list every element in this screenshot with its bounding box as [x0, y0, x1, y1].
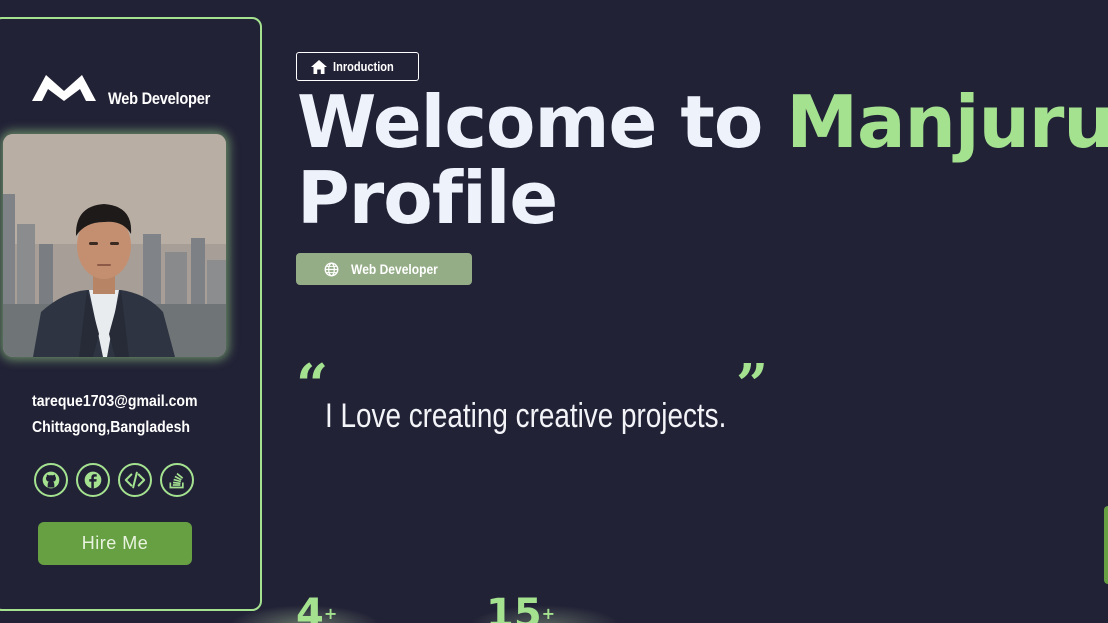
- code-link[interactable]: [118, 463, 152, 497]
- page: Web Developer tareque1703@gmail.com Chit…: [0, 0, 1108, 623]
- stat-value: 15: [486, 591, 542, 623]
- hire-me-button[interactable]: Hire Me: [38, 522, 192, 565]
- github-icon: [42, 471, 60, 489]
- stat-suffix: +: [323, 604, 338, 623]
- globe-icon: [324, 262, 338, 276]
- headline-name: Manjurul Alam's: [786, 80, 1108, 164]
- facebook-link[interactable]: [76, 463, 110, 497]
- headline-prefix: Welcome to: [297, 80, 787, 164]
- profile-photo: [3, 134, 226, 357]
- stat-value: 4: [296, 591, 324, 623]
- intro-badge-label: Inroduction: [333, 59, 394, 74]
- stat-suffix: +: [541, 604, 556, 623]
- side-tab-button[interactable]: [1104, 506, 1108, 584]
- facebook-icon: [84, 471, 102, 489]
- email: tareque1703@gmail.com: [32, 393, 198, 410]
- stackoverflow-icon: [169, 472, 184, 489]
- logo-icon: [32, 75, 96, 101]
- home-icon: [311, 59, 327, 74]
- stat-years: 4+: [296, 594, 337, 623]
- intro-badge: Inroduction: [296, 52, 419, 81]
- stat-projects: 15+: [486, 594, 555, 623]
- stackoverflow-link[interactable]: [160, 463, 194, 497]
- brand-role: Web Developer: [108, 89, 211, 108]
- contact-info: tareque1703@gmail.com Chittagong,Banglad…: [32, 389, 198, 441]
- location: Chittagong,Bangladesh: [32, 419, 191, 436]
- role-badge: Web Developer: [296, 253, 472, 285]
- quote-text: I Love creating creative projects.: [325, 397, 727, 435]
- social-links: [34, 463, 194, 497]
- quote-open-mark: “: [296, 352, 329, 418]
- brand[interactable]: Web Developer: [30, 69, 230, 109]
- github-link[interactable]: [34, 463, 68, 497]
- profile-card: Web Developer tareque1703@gmail.com Chit…: [0, 17, 262, 611]
- headline-suffix: Profile: [297, 156, 558, 240]
- role-badge-label: Web Developer: [350, 261, 438, 277]
- page-title: Welcome to Manjurul Alam's Profile: [297, 84, 1108, 236]
- quote-close-mark: ”: [736, 352, 769, 418]
- code-icon: [124, 471, 146, 489]
